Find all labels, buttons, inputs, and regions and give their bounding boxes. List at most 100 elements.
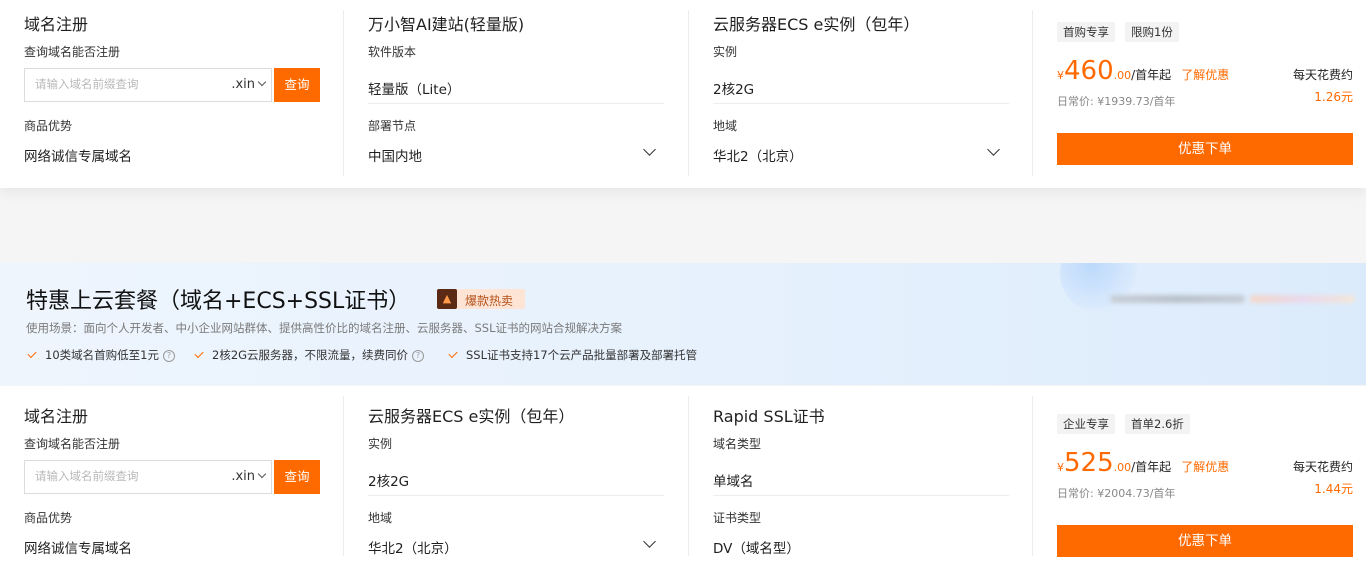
promo-tag: 首购专享 <box>1057 22 1115 42</box>
domain-suffix-select[interactable]: .xin <box>231 469 267 484</box>
package-card-1: 域名注册 查询域名能否注册 .xin 查询 商品优势 网络诚信专属域名 万小智A… <box>0 0 1366 188</box>
feature-label: 2核2G云服务器，不限流量，续费同价 <box>212 348 409 362</box>
domain-column: 域名注册 查询域名能否注册 .xin 查询 商品优势 网络诚信专属域名 <box>24 386 324 568</box>
spec-label: 地域 <box>713 119 738 133</box>
normal-price: 日常价: ¥2004.73/首年 <box>1057 487 1176 500</box>
region-select[interactable]: 华北2（北京） <box>368 537 458 557</box>
advantage-value: 网络诚信专属域名 <box>24 149 132 165</box>
domain-column: 域名注册 查询域名能否注册 .xin 查询 商品优势 网络诚信专属域名 <box>24 0 324 188</box>
feature-item: 10类域名首购低至1元? <box>27 347 175 363</box>
feature-item: SSL证书支持17个云产品批量部署及部署托管 <box>448 347 698 363</box>
chevron-down-icon[interactable] <box>643 535 656 548</box>
divider <box>368 495 664 496</box>
product-column-3: 云服务器ECS e实例（包年） 实例 2核2G 地域 华北2（北京） <box>713 0 1009 188</box>
column-title: Rapid SSL证书 <box>713 407 825 426</box>
learn-discount-link[interactable]: 了解优惠 <box>1181 68 1229 82</box>
help-icon[interactable]: ? <box>162 350 175 362</box>
daily-cost-value: 1.44元 <box>1314 482 1353 496</box>
column-title: 云服务器ECS e实例（包年） <box>368 407 575 426</box>
help-icon[interactable]: ? <box>412 350 425 362</box>
query-button[interactable]: 查询 <box>274 68 320 102</box>
flame-icon: ▲ <box>437 289 457 309</box>
spec-value: 2核2G <box>368 474 410 490</box>
query-button[interactable]: 查询 <box>274 460 320 494</box>
price-amount: 460 <box>1064 56 1114 86</box>
price-unit: /首年起 <box>1131 68 1172 82</box>
badge-label: 爆款热卖 <box>465 294 514 308</box>
spec-label: 软件版本 <box>368 45 417 59</box>
spec-value: 轻量版（Lite） <box>368 82 461 98</box>
product-column-2: 云服务器ECS e实例（包年） 实例 2核2G 地域 华北2（北京） <box>368 386 664 568</box>
price: ¥525.00/首年起 了解优惠 <box>1057 448 1229 478</box>
advantage-value: 网络诚信专属域名 <box>24 541 132 557</box>
column-title: 万小智AI建站(轻量版) <box>368 15 525 34</box>
decorative-graphic <box>1060 263 1140 313</box>
deploy-node-select[interactable]: 中国内地 <box>368 145 422 165</box>
package-banner: 特惠上云套餐（域名+ECS+SSL证书） ▲ 爆款热卖 使用场景：面向个人开发者… <box>0 263 1366 385</box>
spec-value: 单域名 <box>713 474 754 490</box>
currency: ¥ <box>1057 69 1064 82</box>
divider <box>343 396 344 556</box>
promo-tag: 企业专享 <box>1057 414 1115 434</box>
spec-label: 部署节点 <box>368 119 417 133</box>
column-title: 域名注册 <box>24 407 89 426</box>
decorative-graphic <box>1110 295 1245 303</box>
divider <box>688 396 689 556</box>
learn-discount-link[interactable]: 了解优惠 <box>1181 460 1229 474</box>
domain-search-box: .xin <box>24 460 272 494</box>
daily-cost-value: 1.26元 <box>1314 90 1353 104</box>
column-title: 云服务器ECS e实例（包年） <box>713 15 920 34</box>
advantage-label: 商品优势 <box>24 511 73 525</box>
normal-price: 日常价: ¥1939.73/首年 <box>1057 95 1176 108</box>
decorative-graphic <box>1250 295 1355 303</box>
feature-label: SSL证书支持17个云产品批量部署及部署托管 <box>466 348 698 362</box>
divider <box>688 10 689 176</box>
divider <box>713 103 1009 104</box>
daily-cost-label: 每天花费约 <box>1292 68 1353 82</box>
limit-tag: 限购1份 <box>1125 22 1179 42</box>
price-column: 企业专享 首单2.6折 ¥525.00/首年起 了解优惠 日常价: ¥2004.7… <box>1057 386 1353 568</box>
check-icon <box>27 348 37 359</box>
currency: ¥ <box>1057 461 1064 474</box>
order-button[interactable]: 优惠下单 <box>1057 525 1353 557</box>
product-column-2: 万小智AI建站(轻量版) 软件版本 轻量版（Lite） 部署节点 中国内地 <box>368 0 664 188</box>
domain-suffix-select[interactable]: .xin <box>231 77 267 92</box>
chevron-down-icon <box>257 469 267 479</box>
spec-value: 2核2G <box>713 82 755 98</box>
spec-label: 实例 <box>368 437 393 451</box>
order-button[interactable]: 优惠下单 <box>1057 133 1353 165</box>
price-column: 首购专享 限购1份 ¥460.00/首年起 了解优惠 日常价: ¥1939.73/… <box>1057 0 1353 188</box>
spec-label: 地域 <box>368 511 393 525</box>
domain-search-input[interactable] <box>35 469 215 483</box>
package-card-2: 域名注册 查询域名能否注册 .xin 查询 商品优势 网络诚信专属域名 云服务器… <box>0 386 1366 568</box>
chevron-down-icon[interactable] <box>987 143 1000 156</box>
price: ¥460.00/首年起 了解优惠 <box>1057 56 1229 86</box>
discount-tag: 首单2.6折 <box>1125 414 1190 434</box>
spec-label: 域名类型 <box>713 437 762 451</box>
feature-label: 10类域名首购低至1元 <box>45 348 159 362</box>
domain-search-box: .xin <box>24 68 272 102</box>
hot-badge: ▲ 爆款热卖 <box>437 289 525 309</box>
check-icon <box>194 348 204 359</box>
banner-subtitle: 使用场景：面向个人开发者、中小企业网站群体、提供高性价比的域名注册、云服务器、S… <box>26 321 623 335</box>
domain-search-input[interactable] <box>35 77 215 91</box>
price-amount: 525 <box>1064 448 1114 478</box>
region-select[interactable]: 华北2（北京） <box>713 145 803 165</box>
chevron-down-icon[interactable] <box>643 143 656 156</box>
price-unit: /首年起 <box>1131 460 1172 474</box>
suffix-value: .xin <box>231 469 255 484</box>
divider <box>1032 10 1033 176</box>
check-icon <box>448 348 458 359</box>
feature-item: 2核2G云服务器，不限流量，续费同价? <box>194 347 425 363</box>
divider <box>343 10 344 176</box>
divider <box>713 495 1009 496</box>
cert-type-value: DV（域名型） <box>713 541 800 557</box>
column-title: 域名注册 <box>24 15 89 34</box>
spec-label: 实例 <box>713 45 738 59</box>
query-label: 查询域名能否注册 <box>24 437 121 451</box>
divider <box>368 103 664 104</box>
chevron-down-icon <box>257 77 267 87</box>
spec-label: 证书类型 <box>713 511 762 525</box>
price-decimal: .00 <box>1113 69 1132 82</box>
banner-title: 特惠上云套餐（域名+ECS+SSL证书） <box>26 289 411 314</box>
